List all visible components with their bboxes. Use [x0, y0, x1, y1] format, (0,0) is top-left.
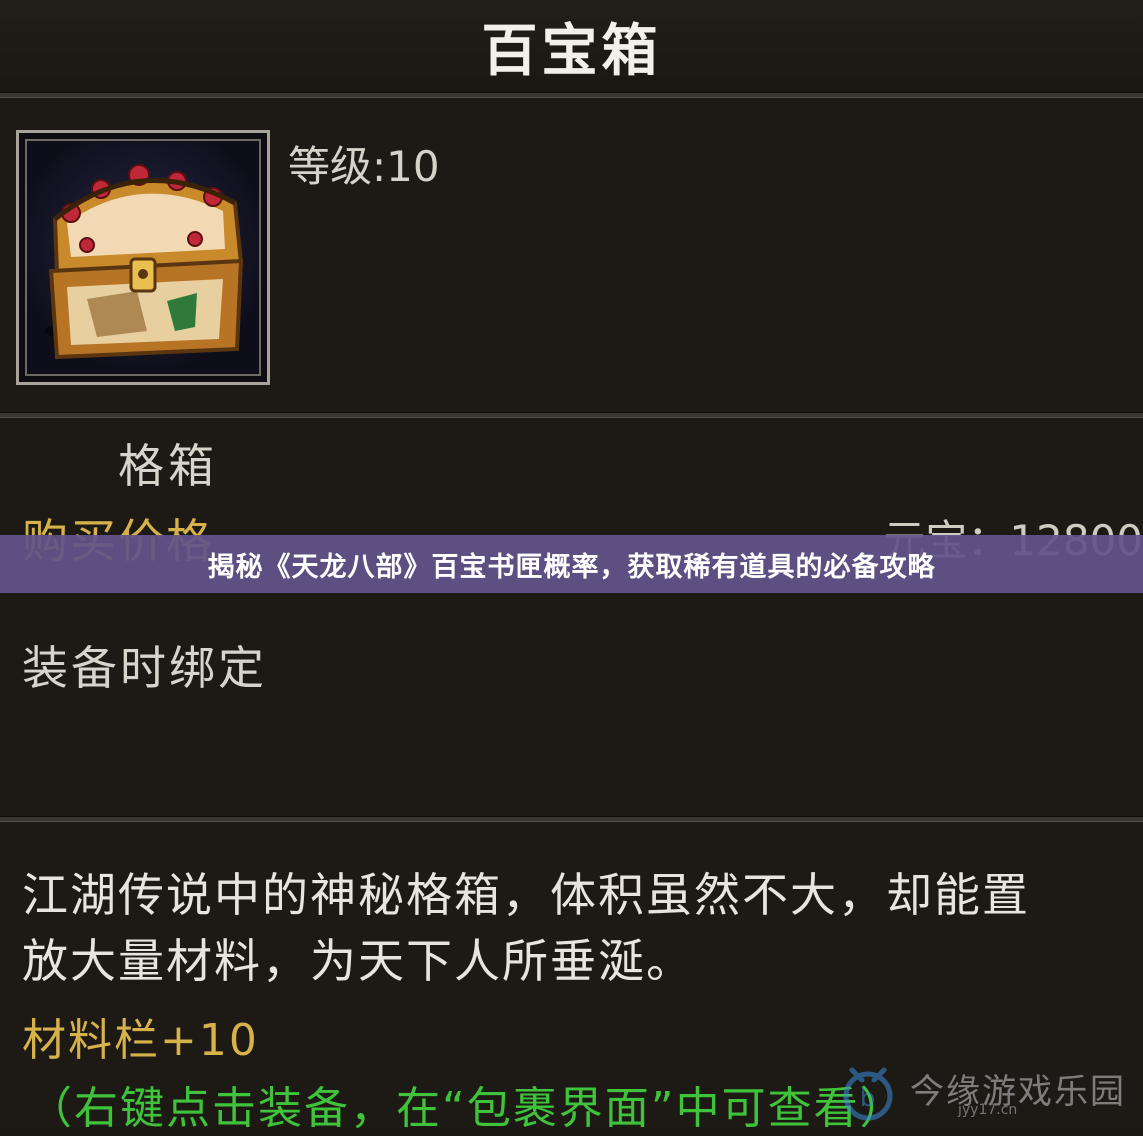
window-title: 百宝箱 [481, 17, 662, 84]
watermark-text: 今缘游戏乐园 [910, 1072, 1126, 1112]
slot-bonus: 材料栏+10 [22, 1015, 259, 1066]
watermark-logo-icon: b [843, 1067, 893, 1121]
divider [0, 816, 1143, 822]
item-name: 格箱 [118, 439, 218, 493]
item-icon-frame[interactable] [16, 130, 270, 385]
svg-text:b: b [860, 1084, 875, 1112]
watermark-url: jyy17.cn [958, 1102, 1018, 1118]
bind-status: 装备时绑定 [22, 641, 267, 695]
divider [0, 92, 1143, 98]
item-description: 江湖传说中的神秘格箱，体积虽然不大，却能置 放大量材料，为天下人所垂涎。 [22, 862, 1122, 994]
item-level: 等级:10 [288, 142, 440, 191]
divider [0, 412, 1143, 418]
description-line: 放大量材料，为天下人所垂涎。 [22, 934, 694, 988]
usage-hint: （右键点击装备，在“包裹界面”中可查看） [28, 1083, 906, 1134]
article-title-banner: 揭秘《天龙八部》百宝书匣概率，获取稀有道具的必备攻略 [0, 535, 1143, 593]
banner-title: 揭秘《天龙八部》百宝书匣概率，获取稀有道具的必备攻略 [207, 551, 936, 583]
description-line: 江湖传说中的神秘格箱，体积虽然不大，却能置 [22, 868, 1030, 922]
treasure-chest-icon [25, 139, 261, 376]
watermark: b 今缘游戏乐园 jyy17.cn [838, 1060, 1138, 1122]
title-bar: 百宝箱 [0, 0, 1143, 92]
